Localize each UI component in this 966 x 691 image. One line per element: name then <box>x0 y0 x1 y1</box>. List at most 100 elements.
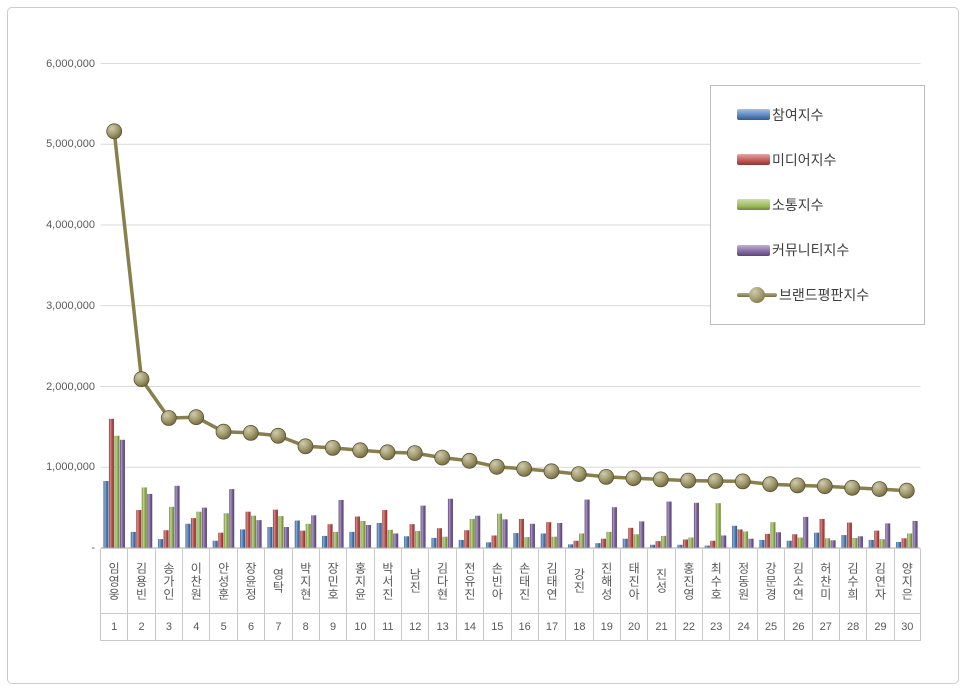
bar-1-6 <box>273 510 278 548</box>
category-cell: 이찬원4 <box>182 549 209 641</box>
category-cell: 강진18 <box>565 549 592 641</box>
category-name: 김수희 <box>840 549 866 614</box>
bar-1-28 <box>874 531 879 548</box>
category-name: 김태연 <box>539 549 565 614</box>
bar-3-29 <box>913 521 918 548</box>
category-rank: 3 <box>156 614 182 641</box>
category-name: 홍지윤 <box>347 549 373 614</box>
legend-item-brand-index: 브랜드평판지수 <box>737 285 924 305</box>
bar-3-16 <box>557 523 562 548</box>
category-cell: 진성21 <box>647 549 674 641</box>
bar-1-3 <box>191 518 196 548</box>
category-cell: 허찬미27 <box>812 549 839 641</box>
category-name: 안성훈 <box>210 549 236 614</box>
bar-1-27 <box>847 523 852 548</box>
bar-1-17 <box>574 541 579 548</box>
category-rank: 5 <box>210 614 236 641</box>
bar-3-3 <box>202 508 207 548</box>
category-name: 허찬미 <box>813 549 839 614</box>
category-rank: 26 <box>785 614 811 641</box>
line-marker-20 <box>653 472 668 487</box>
line-marker-13 <box>462 453 477 468</box>
bar-0-11 <box>404 536 409 548</box>
bar-2-21 <box>688 538 693 549</box>
category-rank: 13 <box>429 614 455 641</box>
category-cell: 남진12 <box>401 549 428 641</box>
category-name: 강문경 <box>758 549 784 614</box>
bar-2-8 <box>333 532 338 548</box>
bar-3-8 <box>339 500 344 548</box>
bar-2-23 <box>743 531 748 548</box>
bar-0-12 <box>431 538 436 548</box>
category-name: 영탁 <box>265 549 291 614</box>
bar-1-25 <box>792 534 797 548</box>
bar-3-6 <box>284 527 289 548</box>
line-marker-4 <box>216 424 231 439</box>
category-rank: 28 <box>840 614 866 641</box>
category-name: 최수호 <box>703 549 729 614</box>
bar-1-4 <box>218 533 223 548</box>
bar-0-24 <box>759 540 764 548</box>
bar-3-10 <box>393 533 398 548</box>
bar-0-0 <box>103 481 108 548</box>
bar-2-18 <box>606 532 611 548</box>
category-rank: 22 <box>676 614 702 641</box>
bar-0-28 <box>869 540 874 548</box>
legend-item-communication: 소통지수 <box>737 195 924 215</box>
bar-1-11 <box>410 524 415 548</box>
bar-3-12 <box>448 499 453 548</box>
category-name: 전유진 <box>457 549 483 614</box>
bar-1-5 <box>246 512 251 548</box>
category-cell: 김연자29 <box>866 549 893 641</box>
bar-1-21 <box>683 540 688 548</box>
legend-swatch-community-icon <box>737 245 770 256</box>
category-rank: 11 <box>375 614 401 641</box>
category-rank: 30 <box>895 614 920 641</box>
line-marker-19 <box>626 471 641 486</box>
legend-swatch-media-icon <box>737 154 770 165</box>
line-marker-8 <box>325 440 340 455</box>
category-cell: 안성훈5 <box>209 549 236 641</box>
bar-2-13 <box>470 519 475 548</box>
line-marker-14 <box>489 459 504 474</box>
category-rank: 6 <box>238 614 264 641</box>
category-cell: 태진아20 <box>620 549 647 641</box>
y-tick-label: 3,000,000 <box>30 299 95 313</box>
bar-3-21 <box>694 503 699 548</box>
bar-2-16 <box>552 537 557 548</box>
bar-1-1 <box>136 510 141 548</box>
bar-2-28 <box>880 539 885 548</box>
bar-3-14 <box>503 519 508 548</box>
line-marker-10 <box>380 445 395 460</box>
category-cell: 진해성19 <box>593 549 620 641</box>
bar-2-25 <box>798 538 803 549</box>
bar-0-7 <box>295 521 300 548</box>
bar-0-4 <box>213 541 218 548</box>
category-rank: 9 <box>320 614 346 641</box>
category-name: 이찬원 <box>183 549 209 614</box>
line-marker-17 <box>571 467 586 482</box>
bar-0-16 <box>541 533 546 548</box>
bar-0-19 <box>623 539 628 548</box>
bar-3-1 <box>147 494 152 548</box>
bar-1-15 <box>519 519 524 548</box>
category-name: 장윤정 <box>238 549 264 614</box>
category-rank: 19 <box>594 614 620 641</box>
category-rank: 24 <box>730 614 756 641</box>
category-rank: 21 <box>648 614 674 641</box>
bar-0-18 <box>595 543 600 548</box>
bar-3-22 <box>721 535 726 548</box>
bar-0-10 <box>377 523 382 548</box>
category-cell: 손태진16 <box>511 549 538 641</box>
bar-3-0 <box>120 440 125 548</box>
category-cell: 양지은30 <box>894 549 921 641</box>
bar-3-4 <box>229 489 234 548</box>
bar-0-13 <box>459 540 464 548</box>
legend-swatch-brand-line-icon <box>737 287 777 303</box>
bar-2-11 <box>415 531 420 548</box>
category-cell: 장민호9 <box>319 549 346 641</box>
legend-item-media: 미디어지수 <box>737 150 924 170</box>
category-rank: 8 <box>293 614 319 641</box>
legend-label: 미디어지수 <box>772 150 836 170</box>
category-cell: 홍지윤10 <box>346 549 373 641</box>
